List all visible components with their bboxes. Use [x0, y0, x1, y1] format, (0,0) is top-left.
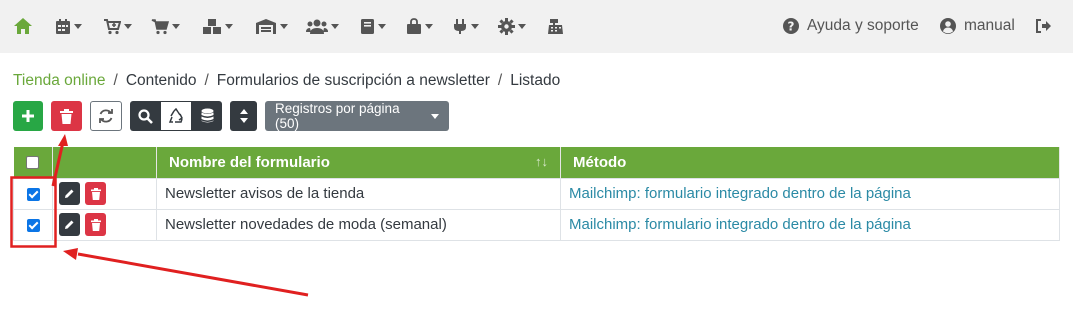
shopping-bag-icon[interactable]	[406, 14, 433, 38]
book-icon[interactable]	[360, 14, 386, 38]
method-column-header: Método	[560, 147, 1060, 178]
cart-plus-icon[interactable]	[103, 14, 132, 38]
question-circle-icon: ?	[783, 18, 799, 34]
per-page-dropdown[interactable]: Registros por página (50)	[265, 101, 449, 131]
search-button[interactable]	[130, 101, 160, 131]
cart-icon[interactable]	[151, 14, 180, 38]
users-icon[interactable]	[306, 14, 339, 38]
gear-icon[interactable]	[498, 14, 526, 38]
add-button[interactable]	[13, 101, 43, 131]
table-header-row: Nombre del formulario ↑↓ Método	[13, 147, 1060, 178]
pencil-icon	[65, 189, 74, 198]
row-checkbox[interactable]	[26, 187, 40, 201]
edit-button[interactable]	[59, 182, 80, 205]
help-label: Ayuda y soporte	[807, 17, 919, 34]
actions-header	[52, 147, 157, 178]
breadcrumb-content[interactable]: Contenido	[126, 72, 197, 89]
row-delete-button[interactable]	[85, 182, 107, 205]
pencil-icon	[65, 220, 74, 229]
plug-icon[interactable]	[452, 14, 479, 38]
breadcrumb-separator: /	[204, 72, 209, 89]
warehouse-icon[interactable]	[255, 14, 288, 38]
breadcrumb-separator: /	[113, 72, 118, 89]
svg-text:?: ?	[788, 20, 795, 34]
select-all-header	[13, 147, 53, 178]
sort-button[interactable]	[230, 101, 257, 131]
breadcrumb: Tienda online / Contenido / Formularios de s…	[13, 72, 560, 90]
edit-button[interactable]	[59, 213, 80, 236]
user-label: manual	[964, 17, 1015, 34]
row-actions-cell	[52, 177, 157, 210]
forms-table: Nombre del formulario ↑↓ Método Newslett…	[13, 147, 1060, 241]
user-menu[interactable]: manual	[940, 14, 1015, 38]
row-checkbox-cell	[13, 177, 53, 210]
row-name: Newsletter novedades de moda (semanal)	[156, 208, 561, 241]
database-icon	[201, 108, 213, 123]
recycle-icon	[168, 108, 183, 123]
row-checkbox-cell	[13, 208, 53, 241]
row-method-link[interactable]: Mailchimp: formulario integrado dentro d…	[560, 208, 1060, 241]
breadcrumb-forms[interactable]: Formularios de suscripción a newsletter	[217, 72, 490, 89]
sort-arrows-icon[interactable]: ↑↓	[535, 154, 548, 169]
row-actions-cell	[52, 208, 157, 241]
home-icon[interactable]	[13, 14, 33, 38]
recycle-button[interactable]	[160, 101, 192, 131]
table-row: Newsletter novedades de moda (semanal) M…	[13, 208, 1060, 241]
annotation-arrow-left	[77, 252, 309, 297]
search-icon	[137, 108, 153, 124]
row-delete-button[interactable]	[85, 213, 107, 236]
breadcrumb-shop[interactable]: Tienda online	[13, 72, 106, 89]
cash-register-icon[interactable]	[547, 14, 564, 38]
plus-icon	[22, 110, 34, 122]
refresh-button[interactable]	[90, 101, 122, 131]
select-all-checkbox[interactable]	[26, 156, 40, 170]
name-column-label: Nombre del formulario	[169, 153, 330, 171]
per-page-label: Registros por página (50)	[275, 101, 400, 131]
database-button[interactable]	[192, 101, 222, 131]
annotation-arrow-up-head	[58, 134, 68, 146]
top-navbar: ? Ayuda y soporte manual	[0, 0, 1073, 53]
breadcrumb-list: Listado	[510, 72, 561, 89]
sort-icon	[239, 109, 248, 123]
row-name: Newsletter avisos de la tienda	[156, 177, 561, 210]
row-checkbox[interactable]	[26, 218, 40, 232]
calendar-icon[interactable]	[55, 14, 82, 38]
logout-icon[interactable]	[1035, 14, 1052, 38]
chevron-down-icon	[431, 113, 439, 119]
delete-button[interactable]	[51, 101, 82, 131]
name-column-header[interactable]: Nombre del formulario ↑↓	[156, 147, 561, 178]
trash-icon	[60, 108, 73, 124]
method-column-label: Método	[573, 153, 627, 171]
table-row: Newsletter avisos de la tienda Mailchimp…	[13, 177, 1060, 210]
sync-icon	[99, 109, 113, 123]
trash-icon	[90, 218, 101, 231]
help-link[interactable]: ? Ayuda y soporte	[783, 14, 919, 38]
row-method-link[interactable]: Mailchimp: formulario integrado dentro d…	[560, 177, 1060, 210]
breadcrumb-separator: /	[497, 72, 503, 89]
annotation-arrow-left-head	[63, 248, 78, 260]
boxes-icon[interactable]	[202, 14, 233, 38]
user-circle-icon	[940, 18, 956, 34]
trash-icon	[90, 187, 101, 200]
